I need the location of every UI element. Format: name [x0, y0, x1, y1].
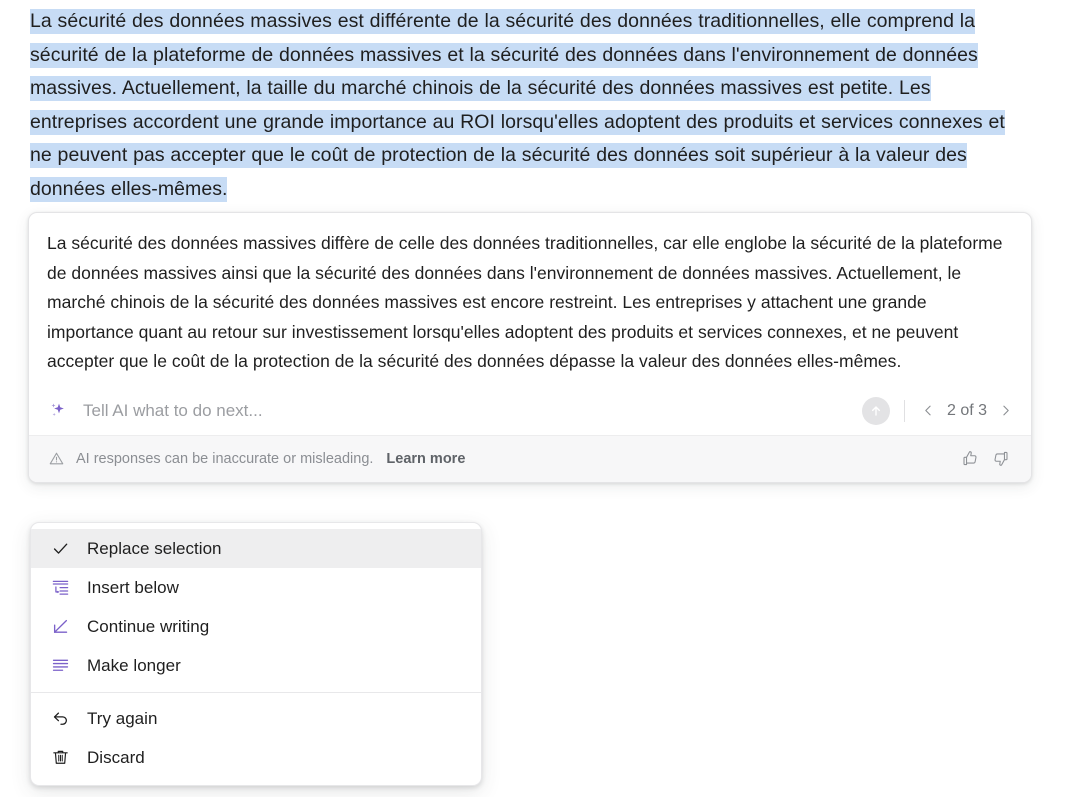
source-paragraph[interactable]: La sécurité des données massives est dif… — [30, 5, 1010, 206]
menu-item-replace-selection[interactable]: Replace selection — [31, 529, 481, 568]
thumbs-down-button[interactable] — [985, 444, 1015, 474]
sparkle-icon — [47, 400, 69, 422]
trash-icon — [49, 747, 71, 769]
toolbar-divider — [903, 399, 905, 422]
chevron-left-icon — [925, 406, 932, 416]
menu-item-label: Insert below — [87, 577, 179, 597]
check-icon — [49, 538, 71, 560]
menu-item-label: Make longer — [87, 655, 181, 675]
ai-action-menu: Replace selection Insert below Continue … — [30, 522, 482, 786]
ai-disclaimer-footer: AI responses can be inaccurate or mislea… — [29, 434, 1031, 482]
thumbs-up-icon — [962, 451, 977, 466]
menu-item-label: Continue writing — [87, 616, 210, 636]
menu-item-label: Discard — [87, 747, 145, 767]
submit-prompt-button[interactable] — [861, 396, 890, 425]
make-longer-icon — [49, 655, 71, 677]
insert-below-icon — [49, 577, 71, 599]
menu-item-insert-below[interactable]: Insert below — [31, 568, 481, 607]
pencil-icon — [49, 616, 71, 638]
menu-item-label: Try again — [87, 708, 158, 728]
menu-item-discard[interactable]: Discard — [31, 738, 481, 777]
ai-response-card: La sécurité des données massives diffère… — [28, 212, 1032, 483]
undo-arrow-icon — [49, 708, 71, 730]
pager-prev-button[interactable] — [917, 398, 941, 424]
menu-item-make-longer[interactable]: Make longer — [31, 646, 481, 685]
ai-prompt-input[interactable] — [83, 395, 862, 426]
ai-prompt-row: 2 of 3 — [29, 387, 1031, 435]
selection-highlight: La sécurité des données massives est dif… — [30, 9, 1005, 202]
ai-response-text: La sécurité des données massives diffère… — [47, 233, 1003, 372]
learn-more-link[interactable]: Learn more — [386, 451, 465, 467]
editor-canvas: La sécurité des données massives est dif… — [0, 0, 1080, 797]
menu-item-continue-writing[interactable]: Continue writing — [31, 607, 481, 646]
pager-next-button[interactable] — [993, 398, 1017, 424]
document-selection-block: La sécurité des données massives est dif… — [30, 5, 1010, 206]
chevron-right-icon — [1002, 406, 1009, 416]
thumbs-down-icon — [993, 452, 1008, 467]
arrow-up-icon — [871, 406, 881, 416]
disclaimer-text: AI responses can be inaccurate or mislea… — [76, 450, 374, 467]
menu-item-try-again[interactable]: Try again — [31, 699, 481, 738]
menu-item-label: Replace selection — [87, 538, 222, 558]
menu-divider — [31, 692, 481, 693]
thumbs-up-button[interactable] — [955, 444, 985, 474]
pager-label: 2 of 3 — [946, 401, 987, 419]
response-pager: 2 of 3 — [917, 398, 1017, 424]
warning-triangle-icon — [47, 450, 65, 468]
ai-response-body: La sécurité des données massives diffère… — [29, 213, 1031, 387]
